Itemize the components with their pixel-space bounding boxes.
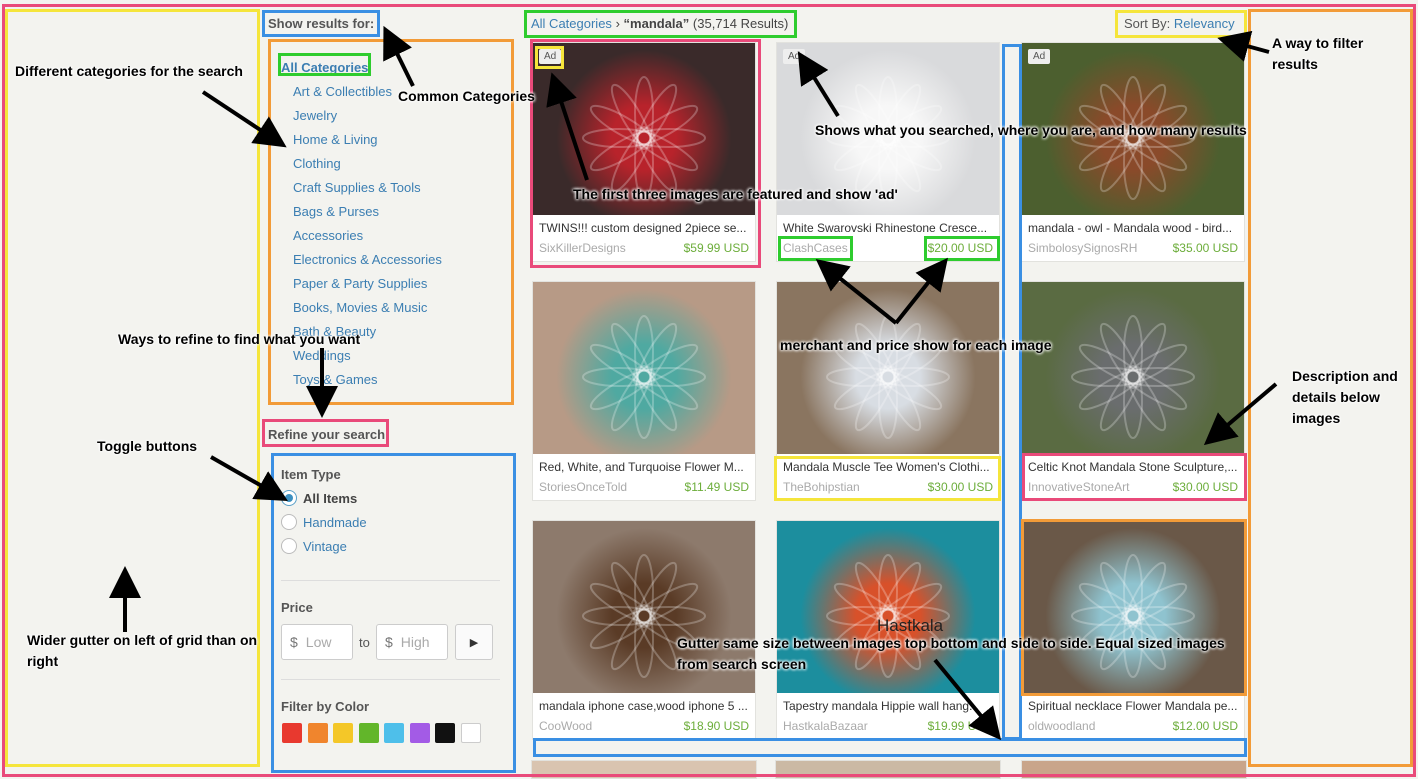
annotation-refine-note: Ways to refine to find what you want (118, 331, 361, 347)
annotation-common-categories: Common Categories (398, 88, 535, 104)
annotation-toggle-note: Toggle buttons (97, 438, 198, 454)
annotation-merchant-note: merchant and price show for each image (780, 337, 1052, 353)
annotation-description-note: Description and details below images (1292, 368, 1398, 426)
annotation-categories-note: Different categories for the search (15, 63, 243, 79)
annotation-featured-note: The first three images are featured and … (573, 186, 898, 202)
annotation-filter-note: A way to filter results (1272, 35, 1364, 72)
annotation-gutter-left-note: Wider gutter on left of grid than on rig… (27, 632, 258, 669)
annotation-gutter-note: Gutter same size between images top bott… (677, 635, 1225, 672)
annotation-search-note: Shows what you searched, where you are, … (815, 122, 1247, 138)
